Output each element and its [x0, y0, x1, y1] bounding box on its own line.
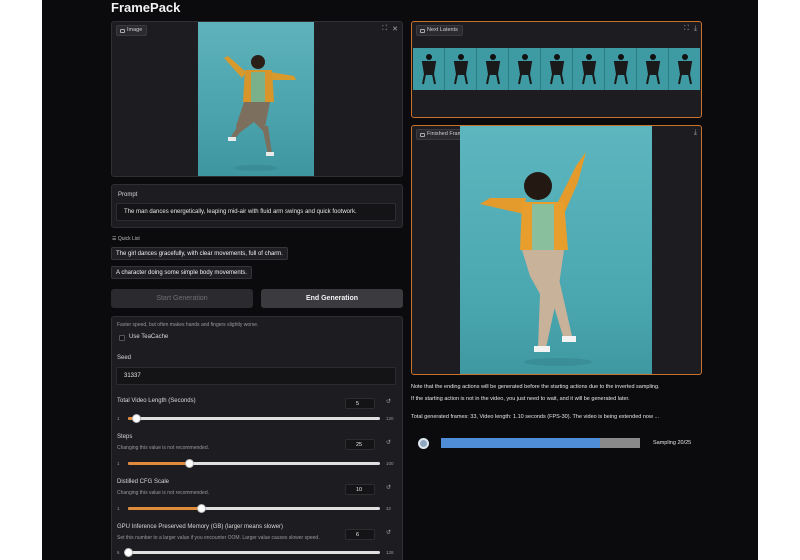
image-icon [420, 28, 425, 33]
gpu-memory-min: 6 [117, 550, 120, 555]
finished-video[interactable] [460, 126, 652, 374]
gpu-memory-info: Set this number to a larger value if you… [117, 535, 320, 541]
sampling-status: Sampling 20/25 [653, 440, 692, 446]
quick-list-item[interactable]: A character doing some simple body movem… [111, 266, 253, 279]
prompt-label: Prompt [118, 192, 138, 198]
latents-strip [413, 48, 700, 90]
quick-list-label: ☰ Quick List [112, 236, 140, 242]
fullscreen-icon[interactable]: ⛶ [684, 25, 689, 33]
steps-label: Steps [117, 434, 133, 440]
latent-frame [477, 48, 509, 90]
video-length-label: Total Video Length (Seconds) [117, 398, 196, 404]
prompt-input[interactable]: The man dances energetically, leaping mi… [116, 203, 396, 221]
image-panel-label: Image [127, 27, 143, 33]
cfg-min: 1 [117, 506, 120, 511]
note-line: If the starting action is not in the vid… [411, 396, 630, 402]
dancer-figure [224, 55, 296, 171]
dancer-figure-large [480, 152, 592, 366]
steps-info: Changing this value is not recommended. [117, 445, 209, 451]
cfg-slider[interactable] [128, 504, 380, 513]
latent-frame [637, 48, 669, 90]
gpu-memory-input[interactable]: 6 [345, 529, 375, 540]
video-length-max: 120 [386, 416, 394, 421]
latent-frame [605, 48, 637, 90]
cfg-input[interactable]: 10 [345, 484, 375, 495]
input-image [198, 22, 314, 176]
steps-input[interactable]: 25 [345, 439, 375, 450]
latent-frame [541, 48, 573, 90]
list-icon: ☰ [112, 236, 117, 242]
gpu-memory-label: GPU Inference Preserved Memory (GB) (lar… [117, 524, 284, 530]
end-generation-button[interactable]: End Generation [261, 289, 403, 308]
slider-knob[interactable] [124, 548, 133, 557]
teacache-checkbox[interactable] [119, 335, 125, 341]
generation-status: Total generated frames: 33, Video length… [411, 414, 660, 420]
sampling-progress-bar [441, 438, 640, 448]
image-icon [120, 28, 125, 33]
slider-knob[interactable] [185, 459, 195, 468]
download-icon[interactable]: ⤓ [694, 129, 697, 137]
loading-spinner-icon [418, 438, 429, 449]
reset-icon[interactable]: ↺ [386, 398, 391, 405]
start-generation-button[interactable]: Start Generation [111, 289, 253, 308]
image-tag: Image [116, 25, 148, 36]
close-icon[interactable]: ✕ [392, 25, 398, 33]
cfg-max: 32 [386, 506, 392, 511]
progress-fill [441, 438, 601, 448]
teacache-info: Faster speed, but often makes hands and … [117, 322, 259, 328]
cfg-info: Changing this value is not recommended. [117, 490, 209, 496]
latent-frame [445, 48, 477, 90]
steps-max: 100 [386, 461, 394, 466]
video-length-slider[interactable] [128, 414, 380, 423]
download-icon[interactable]: ⤓ [694, 25, 697, 33]
reset-icon[interactable]: ↺ [386, 484, 391, 491]
note-line: Note that the ending actions will be gen… [411, 384, 660, 390]
gpu-memory-max: 128 [386, 550, 394, 555]
slider-fill [128, 507, 202, 510]
latent-frame [413, 48, 445, 90]
next-latents-tag: Next Latents [416, 25, 463, 36]
cfg-label: Distilled CFG Scale [117, 479, 170, 485]
reset-icon[interactable]: ↺ [386, 439, 391, 446]
page-title: FramePack [111, 0, 181, 15]
gpu-memory-slider[interactable] [124, 548, 380, 557]
slider-fill [128, 462, 190, 465]
teacache-label: Use TeaCache [129, 334, 169, 340]
fullscreen-icon[interactable]: ⛶ [382, 25, 387, 33]
image-icon [420, 132, 425, 137]
next-latents-label: Next Latents [427, 27, 458, 33]
latent-frame [509, 48, 541, 90]
video-length-min: 1 [117, 416, 120, 421]
reset-icon[interactable]: ↺ [386, 529, 391, 536]
steps-min: 1 [117, 461, 120, 466]
steps-slider[interactable] [128, 459, 380, 468]
latent-frame [573, 48, 605, 90]
quick-list-item[interactable]: The girl dances gracefully, with clear m… [111, 247, 288, 260]
latent-frame [669, 48, 700, 90]
seed-input[interactable]: 31337 [116, 367, 396, 385]
video-length-input[interactable]: 5 [345, 398, 375, 409]
seed-label: Seed [117, 355, 132, 361]
